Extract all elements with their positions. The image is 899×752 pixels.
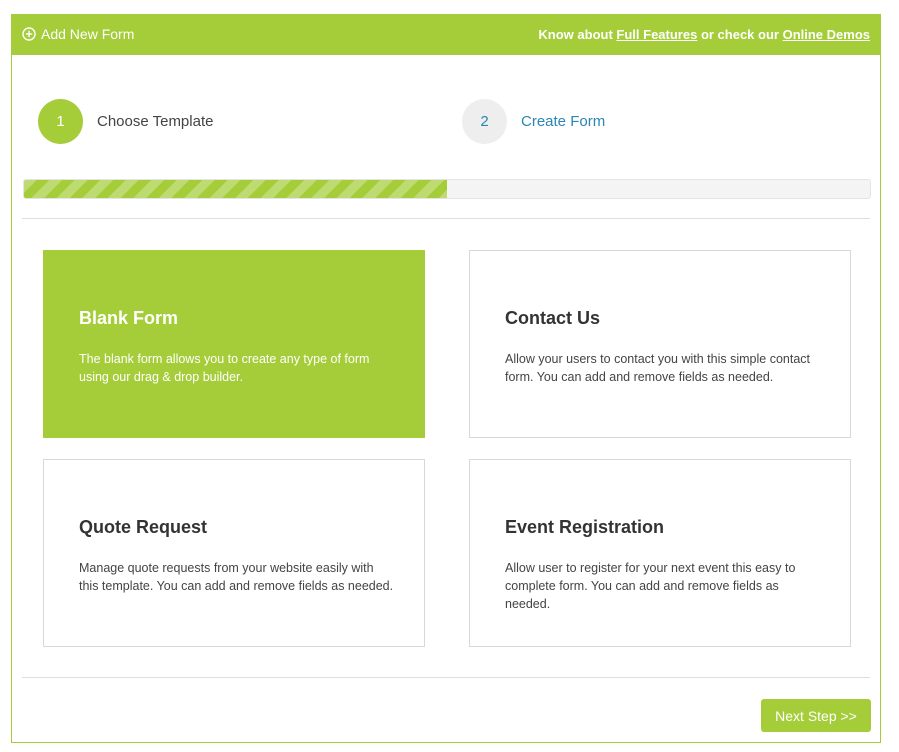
step-2-circle[interactable]: 2 bbox=[462, 99, 507, 144]
divider-top bbox=[22, 218, 870, 219]
progress-bar bbox=[23, 179, 871, 199]
template-card-event-registration[interactable]: Event Registration Allow user to registe… bbox=[469, 459, 851, 647]
header-bar: Add New Form Know about Full Features or… bbox=[12, 14, 880, 55]
divider-bottom bbox=[22, 677, 870, 678]
step-create-form[interactable]: 2 Create Form bbox=[462, 99, 605, 144]
template-card-quote-request[interactable]: Quote Request Manage quote requests from… bbox=[43, 459, 425, 647]
add-form-panel: Add New Form Know about Full Features or… bbox=[11, 14, 881, 743]
template-title: Event Registration bbox=[505, 517, 665, 537]
header-links: Know about Full Features or check our On… bbox=[538, 27, 870, 42]
template-title: Blank Form bbox=[79, 308, 179, 328]
template-description: Allow your users to contact you with thi… bbox=[505, 352, 810, 384]
or-check-text: or check our bbox=[697, 27, 783, 42]
full-features-link[interactable]: Full Features bbox=[616, 27, 697, 42]
step-1-circle: 1 bbox=[38, 99, 83, 144]
next-step-button[interactable]: Next Step >> bbox=[761, 699, 871, 732]
online-demos-link[interactable]: Online Demos bbox=[783, 27, 870, 42]
template-card-blank-form[interactable]: Blank Form The blank form allows you to … bbox=[43, 250, 425, 438]
step-1-label: Choose Template bbox=[97, 113, 214, 130]
know-about-text: Know about bbox=[538, 27, 617, 42]
step-choose-template: 1 Choose Template bbox=[38, 99, 213, 144]
template-card-contact-us[interactable]: Contact Us Allow your users to contact y… bbox=[469, 250, 851, 438]
template-description: Allow user to register for your next eve… bbox=[505, 561, 796, 611]
template-title: Quote Request bbox=[79, 517, 208, 537]
panel-title-text: Add New Form bbox=[41, 26, 135, 42]
progress-fill bbox=[24, 180, 447, 198]
step-2-label[interactable]: Create Form bbox=[521, 113, 605, 130]
plus-circle-icon bbox=[22, 27, 36, 41]
template-description: Manage quote requests from your website … bbox=[79, 561, 394, 593]
template-title: Contact Us bbox=[505, 308, 601, 328]
panel-title: Add New Form bbox=[22, 26, 134, 42]
template-description: The blank form allows you to create any … bbox=[79, 352, 370, 384]
